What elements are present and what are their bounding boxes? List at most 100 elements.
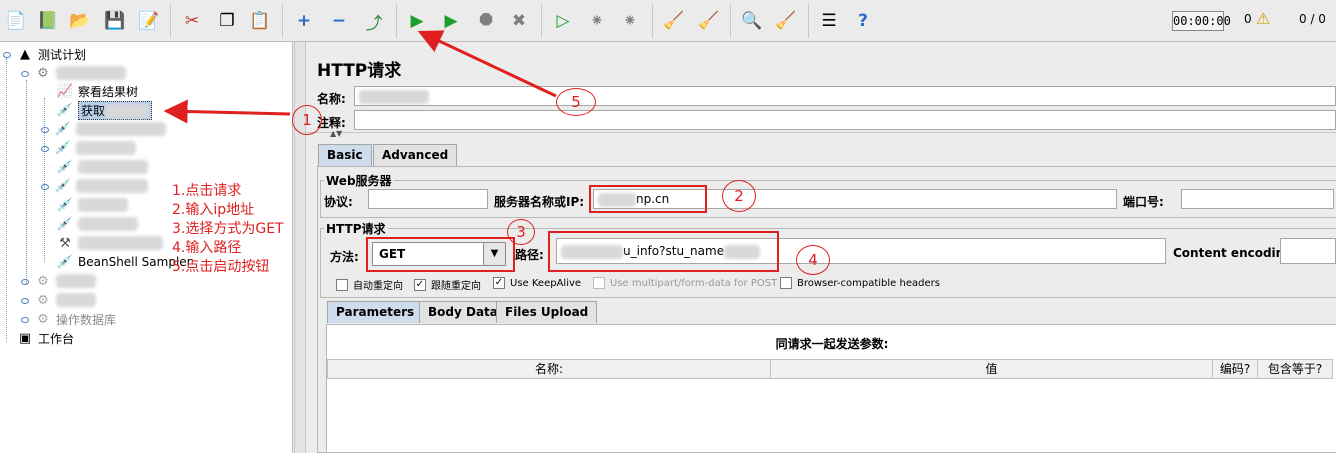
- toolbar: 📄 📗 📂 💾 📝 ✂ ❐ 📋 + − ⤴ ▶ ▶ ⯃ ✖ ▷ ⁕ ⁕ 🧹 🧹 …: [0, 0, 1336, 42]
- method-label: 方法:: [330, 250, 359, 264]
- test-plan-icon: ▲: [20, 46, 30, 62]
- tab-advanced[interactable]: Advanced: [373, 144, 458, 166]
- port-label: 端口号:: [1123, 195, 1164, 209]
- workbench-icon: ▣: [18, 330, 32, 346]
- tools-icon: ⚒: [59, 235, 71, 251]
- clear-all-icon[interactable]: 🧹: [695, 6, 723, 36]
- tree-node-thread-group[interactable]: ⚙: [20, 64, 126, 82]
- warning-icon[interactable]: ⚠: [1256, 9, 1270, 28]
- selected-request-label: 获取: [78, 100, 153, 120]
- chart-icon: 📈: [56, 83, 74, 99]
- shutdown-icon[interactable]: ✖: [505, 6, 533, 36]
- pipette-icon: 💉: [54, 140, 72, 156]
- expand-icon[interactable]: +: [290, 6, 318, 36]
- server-label: 服务器名称或IP:: [494, 195, 585, 209]
- annotation-circle-4: 4: [796, 245, 830, 275]
- tab-files-upload[interactable]: Files Upload: [496, 301, 598, 323]
- search-icon[interactable]: 🔍: [738, 6, 766, 36]
- tree-node-request-8[interactable]: ⚒: [56, 234, 163, 252]
- pipette-icon: 💉: [56, 159, 74, 175]
- keepalive-checkbox[interactable]: ✓ Use KeepAlive: [493, 277, 581, 289]
- tree-node-request-6[interactable]: 💉: [56, 196, 128, 214]
- collapse-icon[interactable]: −: [325, 6, 353, 36]
- tree-node-request-5[interactable]: 💉: [40, 177, 148, 195]
- templates-icon[interactable]: 📗: [34, 6, 62, 36]
- tree-node-group-3[interactable]: ⚙: [20, 291, 96, 309]
- gear-icon: ⚙: [37, 292, 49, 308]
- auto-redirect-checkbox[interactable]: 自动重定向: [336, 277, 403, 292]
- remote-start-icon[interactable]: ▷: [549, 6, 577, 36]
- content-encoding-label: Content encoding:: [1173, 246, 1298, 260]
- elapsed-timer: 00:00:00: [1172, 11, 1231, 31]
- port-input[interactable]: [1181, 189, 1334, 209]
- tree-node-workbench[interactable]: ▣ 工作台: [2, 329, 74, 347]
- toggle-icon[interactable]: ⤴: [360, 6, 388, 36]
- pipette-icon: 💉: [56, 102, 74, 118]
- cut-icon[interactable]: ✂: [178, 6, 206, 36]
- remote-shutdown-icon[interactable]: ⁕: [616, 6, 644, 36]
- pane-splitter[interactable]: [294, 42, 306, 453]
- test-plan-tree: ▲ 测试计划 ⚙ 📈 察看结果树 💉 获取 💉 💉 💉 💉 💉 💉 ⚒ 💉 Be…: [0, 42, 293, 453]
- comment-input[interactable]: [354, 110, 1336, 130]
- tab-parameters[interactable]: Parameters: [327, 301, 424, 323]
- tree-node-request-4[interactable]: 💉: [56, 158, 148, 176]
- tree-node-selected-request[interactable]: 💉 获取: [56, 100, 153, 120]
- content-encoding-input[interactable]: [1280, 238, 1336, 264]
- remote-stop-icon[interactable]: ⁕: [583, 6, 611, 36]
- column-header-include-equals[interactable]: 包含等于?: [1257, 359, 1333, 379]
- copy-icon[interactable]: ❐: [213, 6, 241, 36]
- tree-node-operate-db[interactable]: ⚙ 操作数据库: [20, 310, 116, 328]
- gear-icon: ⚙: [37, 311, 49, 327]
- tree-node-request-3[interactable]: 💉: [40, 139, 136, 157]
- new-icon[interactable]: 📄: [2, 6, 30, 36]
- annotation-box-server: [589, 185, 707, 213]
- function-helper-icon[interactable]: ☰: [815, 6, 843, 36]
- tree-node-view-results-tree[interactable]: 📈 察看结果树: [56, 82, 138, 100]
- annotation-circle-5: 5: [556, 88, 596, 116]
- page-title: HTTP请求: [317, 61, 402, 81]
- tree-node-test-plan[interactable]: ▲ 测试计划: [2, 45, 86, 63]
- open-icon[interactable]: 📂: [66, 6, 94, 36]
- column-header-encode[interactable]: 编码?: [1212, 359, 1258, 379]
- pipette-icon: 💉: [56, 197, 74, 213]
- tree-node-request-7[interactable]: 💉: [56, 215, 138, 233]
- tab-basic[interactable]: Basic: [318, 144, 372, 166]
- tab-body-data[interactable]: Body Data: [419, 301, 507, 323]
- reset-search-icon[interactable]: 🧹: [772, 6, 800, 36]
- path-label: 路径:: [515, 248, 544, 262]
- multipart-checkbox[interactable]: Use multipart/form-data for POST: [593, 277, 777, 289]
- browser-headers-checkbox[interactable]: Browser-compatible headers: [780, 277, 940, 289]
- column-header-name[interactable]: 名称:: [327, 359, 771, 379]
- name-label: 名称:: [317, 92, 346, 106]
- save-as-icon[interactable]: 📝: [135, 6, 163, 36]
- annotation-circle-1: 1: [292, 105, 322, 135]
- start-icon[interactable]: ▶: [403, 6, 431, 36]
- clear-icon[interactable]: 🧹: [660, 6, 688, 36]
- stop-icon[interactable]: ⯃: [472, 6, 500, 36]
- thread-ratio: 0 / 0: [1299, 12, 1326, 26]
- annotation-box-method: [366, 237, 515, 272]
- start-no-pause-icon[interactable]: ▶: [437, 6, 465, 36]
- pipette-icon: 💉: [56, 254, 74, 270]
- annotation-circle-2: 2: [722, 180, 756, 212]
- gear-icon: ⚙: [37, 273, 49, 289]
- collapse-arrow-icon[interactable]: ▲▼: [330, 129, 342, 138]
- protocol-label: 协议:: [324, 195, 353, 209]
- tree-node-request-2[interactable]: 💉: [40, 120, 166, 138]
- annotation-box-path: [548, 231, 779, 272]
- column-header-value[interactable]: 值: [770, 359, 1213, 379]
- pipette-icon: 💉: [54, 121, 72, 137]
- name-input[interactable]: [354, 86, 1336, 106]
- paste-icon[interactable]: 📋: [246, 6, 274, 36]
- pipette-icon: 💉: [56, 216, 74, 232]
- help-icon[interactable]: ?: [849, 6, 877, 36]
- warning-count: 0: [1244, 12, 1252, 26]
- follow-redirect-checkbox[interactable]: ✓ 跟随重定向: [414, 277, 481, 292]
- tree-node-group-2[interactable]: ⚙: [20, 272, 96, 290]
- params-caption: 同请求一起发送参数:: [775, 337, 889, 351]
- annotation-circle-3: 3: [507, 219, 535, 245]
- protocol-input[interactable]: [368, 189, 488, 209]
- save-icon[interactable]: 💾: [101, 6, 129, 36]
- instruction-list: 1.点击请求 2.输入ip地址 3.选择方式为GET 4.输入路径 5.点击启动…: [172, 183, 284, 275]
- gear-icon: ⚙: [37, 65, 49, 81]
